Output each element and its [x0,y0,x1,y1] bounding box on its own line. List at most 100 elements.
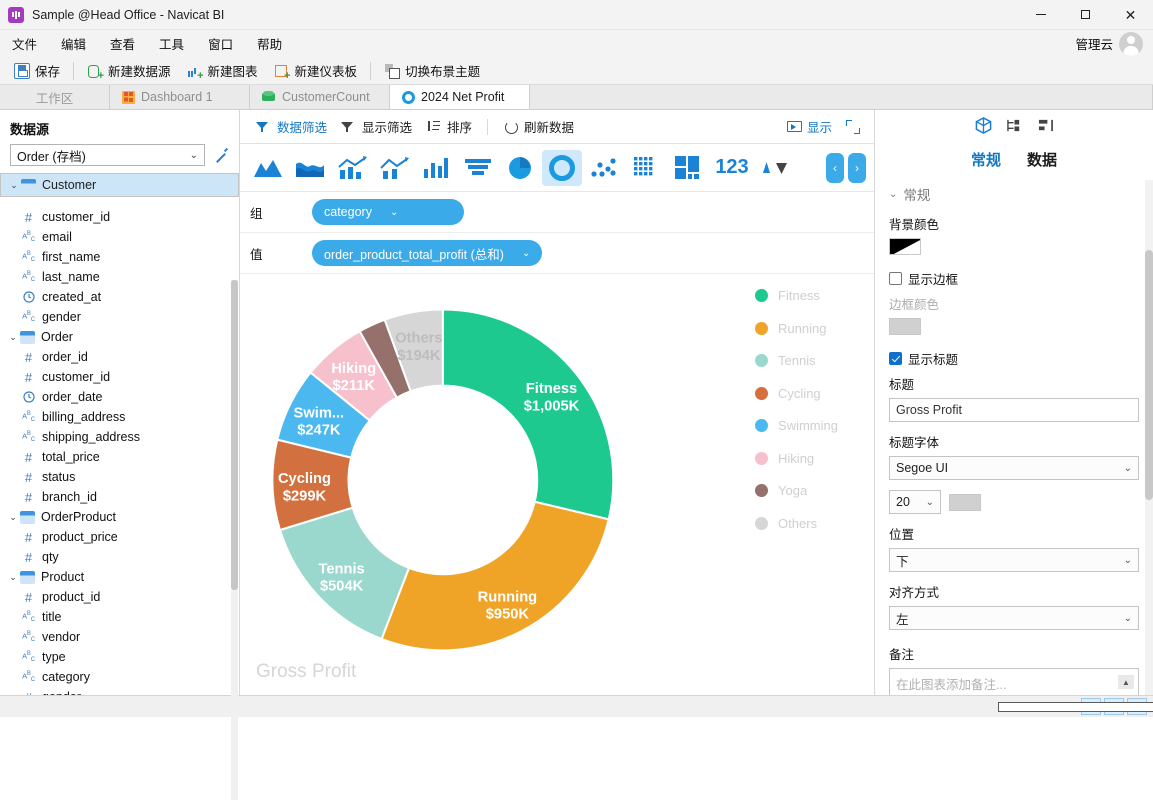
chart-type-funnel-chart[interactable] [458,150,498,186]
chart-type-next-button[interactable]: › [848,152,866,183]
datasource-tree[interactable]: ⌄ Customer # customer_id ABC email ABC first_na… [0,173,239,695]
align-select[interactable]: 左 ⌄ [889,606,1139,630]
chevron-down-icon[interactable]: ⌄ [6,332,20,343]
layout-right-button[interactable] [998,698,1153,715]
legend-item[interactable]: Yoga [755,483,838,498]
tree-field-category[interactable]: ABC category [0,667,239,687]
datasource-select[interactable]: Order (存档) ⌄ [10,144,205,166]
data-filter-button[interactable]: 数据筛选 [250,113,333,140]
general-section-header[interactable]: ⌄ 常规 [889,184,1139,204]
new-chart-button[interactable]: 新建图表 [179,58,266,83]
legend-item[interactable]: Others [755,516,838,531]
tree-field-branch_id[interactable]: # branch_id [0,487,239,507]
tree-field-total_price[interactable]: # total_price [0,447,239,467]
display-button[interactable]: 显示 [780,113,838,140]
donut-slice-fitness[interactable] [441,308,615,521]
title-input[interactable]: Gross Profit [889,398,1139,422]
menu-tools[interactable]: 工具 [147,30,196,57]
chevron-down-icon[interactable]: ⌄ [6,572,20,583]
chart-type-line-bar-chart[interactable] [374,150,414,186]
tab-customercount[interactable]: CustomerCount [250,85,390,109]
tab-general[interactable]: 常规 [971,149,1001,170]
position-select[interactable]: 下 ⌄ [889,548,1139,572]
show-border-checkbox[interactable] [889,272,902,285]
fullscreen-button[interactable] [840,116,864,138]
panel-scrollbar[interactable] [1145,180,1153,695]
border-color-swatch[interactable] [889,318,921,335]
chart-type-trend-chart[interactable] [756,150,796,186]
tree-field-customer_id[interactable]: # customer_id [0,207,239,227]
tree-field-vendor[interactable]: ABC vendor [0,627,239,647]
tree-field-order_date[interactable]: order_date [0,387,239,407]
tab-workspace[interactable]: 工作区 [0,85,110,109]
donut-slice-running[interactable] [380,500,610,652]
tree-table-Order[interactable]: ⌄ Order [0,327,239,347]
show-title-row[interactable]: 显示标题 [889,349,1139,368]
chart-type-stacked-area-chart[interactable] [290,150,330,186]
value-field-pill[interactable]: order_product_total_profit (总和) ⌄ [312,240,543,266]
chart-canvas[interactable]: Fitness $1,005K Running $950K Tennis $504K Cyc… [240,274,874,695]
chart-type-line-column-chart[interactable] [332,150,372,186]
tree-field-customer_id[interactable]: # customer_id [0,367,239,387]
tree-field-status[interactable]: # status [0,467,239,487]
close-button[interactable]: ✕ [1108,0,1153,30]
title-font-select[interactable]: Segoe UI ⌄ [889,456,1139,480]
object-cube-icon[interactable] [975,117,992,137]
tree-table-Customer[interactable]: ⌄ Customer [0,173,239,197]
refresh-data-button[interactable]: 刷新数据 [497,113,580,140]
legend-item[interactable]: Hiking [755,451,838,466]
edit-pencil-icon[interactable] [213,147,229,163]
menu-edit[interactable]: 编辑 [49,30,98,57]
chart-type-value-chart[interactable]: 123 [710,150,754,186]
tree-field-last_name[interactable]: ABC last_name [0,267,239,287]
tree-field-product_price[interactable]: # product_price [0,527,239,547]
menu-view[interactable]: 查看 [98,30,147,57]
layout-tree-icon[interactable] [1006,118,1023,136]
tree-field-gender[interactable]: ABC gender [0,307,239,327]
tree-field-title[interactable]: ABC title [0,607,239,627]
chart-type-column-chart[interactable] [416,150,456,186]
scroll-up-icon[interactable]: ▲ [1118,675,1134,689]
chart-type-treemap-chart[interactable] [668,150,708,186]
save-button[interactable]: 保存 [6,58,68,83]
legend-item[interactable]: Running [755,321,838,336]
tree-field-created_at[interactable]: created_at [0,287,239,307]
display-filter-button[interactable]: 显示筛选 [335,113,418,140]
note-textarea[interactable]: 在此图表添加备注... ▲ [889,668,1139,695]
maximize-button[interactable] [1063,0,1108,30]
chart-type-donut-chart[interactable] [542,149,582,186]
tree-table-Product[interactable]: ⌄ Product [0,567,239,587]
group-field-pill[interactable]: category ⌄ [312,199,464,225]
chevron-down-icon[interactable]: ⌄ [7,180,21,191]
chevron-down-icon[interactable]: ⌄ [6,512,20,523]
menu-file[interactable]: 文件 [0,30,49,57]
menu-window[interactable]: 窗口 [196,30,245,57]
chart-legend[interactable]: Fitness Running Tennis Cycling Swimming Hikin… [755,288,838,531]
tree-field-type[interactable]: ABC type [0,647,239,667]
legend-item[interactable]: Cycling [755,386,838,401]
account-area[interactable]: 管理云 [1075,31,1153,56]
title-color-swatch[interactable] [949,493,981,511]
sort-button[interactable]: 排序 [420,113,478,140]
show-border-row[interactable]: 显示边框 [889,269,1139,288]
tab-2024-net-profit[interactable]: 2024 Net Profit [390,85,530,109]
layout-align-icon[interactable] [1037,118,1054,136]
chart-type-prev-button[interactable]: ‹ [826,152,844,183]
legend-item[interactable]: Swimming [755,418,838,433]
tree-field-billing_address[interactable]: ABC billing_address [0,407,239,427]
tab-data[interactable]: 数据 [1027,149,1057,170]
chart-type-heatmap-chart[interactable] [626,150,666,186]
legend-item[interactable]: Fitness [755,288,838,303]
sidebar-scrollbar[interactable] [231,280,238,800]
tree-field-qty[interactable]: # qty [0,547,239,567]
show-title-checkbox[interactable] [889,352,902,365]
switch-theme-button[interactable]: 切换布景主题 [376,58,488,83]
tree-field-gender[interactable]: # gender [0,687,239,696]
minimize-button[interactable] [1018,0,1063,30]
tree-field-product_id[interactable]: # product_id [0,587,239,607]
chart-type-scatter-chart[interactable] [584,150,624,186]
new-dashboard-button[interactable]: 新建仪表板 [266,58,366,83]
title-font-size-select[interactable]: 20 ⌄ [889,490,941,514]
avatar[interactable] [1119,31,1143,56]
tree-field-shipping_address[interactable]: ABC shipping_address [0,427,239,447]
